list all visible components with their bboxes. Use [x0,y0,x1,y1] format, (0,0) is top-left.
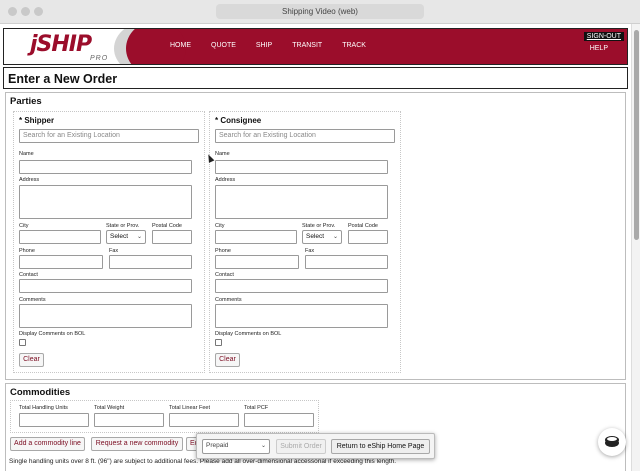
main-nav: HOME QUOTE SHIP TRANSIT TRACK [170,42,386,49]
shipper-comments-label: Comments [19,297,46,303]
consignee-city-label: City [215,223,225,229]
consignee-comments-input[interactable] [215,304,388,328]
consignee-state-label: State or Prov. [302,223,336,229]
consignee-address-label: Address [215,177,236,183]
consignee-clear-button[interactable]: Clear [215,353,240,367]
window-title: Shipping Video (web) [216,4,424,19]
order-action-bar: Prepaid ⌄ Submit Order Return to eShip Ho… [196,433,435,459]
consignee-fax-input[interactable] [305,255,388,269]
consignee-contact-label: Contact [215,272,234,278]
commodity-totals: Total Handling Units Total Weight Total … [10,400,319,433]
shipper-comments-input[interactable] [19,304,192,328]
logo-area: jSHIP PRO [4,29,186,64]
consignee-display-comments-checkbox[interactable] [215,339,222,346]
logo-subtitle: PRO [90,55,109,62]
return-home-button[interactable]: Return to eShip Home Page [331,439,430,454]
shipper-address-input[interactable] [19,185,192,219]
total-units-input[interactable] [19,413,89,427]
consignee-phone-label: Phone [215,248,231,254]
site-header: jSHIP PRO HOME QUOTE SHIP TRANSIT TRACK … [3,28,628,65]
signout-link[interactable]: SIGN-OUT [583,32,624,41]
total-linear-label: Total Linear Feet [169,405,210,411]
total-weight-label: Total Weight [94,405,125,411]
minimize-window-icon[interactable] [21,7,30,16]
submit-order-button[interactable]: Submit Order [276,439,326,454]
chevron-down-icon: ⌄ [260,443,266,449]
zoom-window-icon[interactable] [34,7,43,16]
shipper-city-label: City [19,223,29,229]
total-weight-input[interactable] [94,413,164,427]
add-commodity-line-button[interactable]: Add a commodity line [10,437,85,451]
shipper-display-comments-label: Display Comments on BOL [19,331,86,337]
shipper-search-input[interactable]: Search for an Existing Location [19,129,199,143]
shipper-name-label: Name [19,151,34,157]
consignee-postal-input[interactable] [348,230,388,244]
close-window-icon[interactable] [8,7,17,16]
chat-widget[interactable] [598,428,626,456]
request-commodity-button[interactable]: Request a new commodity [91,437,183,451]
parties-section: Parties * Shipper Search for an Existing… [5,92,626,380]
chat-bubble-icon [605,436,619,447]
length-fee-note: Single handling units over 8 ft. (96") a… [9,458,397,465]
page-title-bar: Enter a New Order [3,67,628,89]
consignee-comments-label: Comments [215,297,242,303]
nav-transit[interactable]: TRANSIT [292,42,322,49]
consignee-name-label: Name [215,151,230,157]
shipper-display-comments-checkbox[interactable] [19,339,26,346]
shipper-contact-input[interactable] [19,279,192,293]
shipper-state-label: State or Prov. [106,223,140,229]
shipper-clear-button[interactable]: Clear [19,353,44,367]
shipper-phone-input[interactable] [19,255,103,269]
consignee-city-input[interactable] [215,230,297,244]
page-scrollbar[interactable] [631,24,640,471]
total-pcf-label: Total PCF [244,405,269,411]
consignee-phone-input[interactable] [215,255,299,269]
nav-quote[interactable]: QUOTE [211,42,236,49]
parties-title: Parties [10,96,42,107]
page-viewport: jSHIP PRO HOME QUOTE SHIP TRANSIT TRACK … [0,24,631,471]
consignee-state-value: Select [306,233,325,240]
total-linear-input[interactable] [169,413,239,427]
payment-terms-select[interactable]: Prepaid ⌄ [202,439,270,454]
shipper-postal-input[interactable] [152,230,192,244]
shipper-state-value: Select [110,233,129,240]
nav-track[interactable]: TRACK [342,42,366,49]
nav-home[interactable]: HOME [170,42,191,49]
shipper-title: * Shipper [19,116,55,125]
payment-terms-value: Prepaid [206,442,229,449]
total-pcf-input[interactable] [244,413,314,427]
logo[interactable]: jSHIP [30,32,92,57]
scrollbar-thumb[interactable] [634,30,639,240]
shipper-address-label: Address [19,177,40,183]
shipper-fax-input[interactable] [109,255,192,269]
shipper-postal-label: Postal Code [152,223,182,229]
shipper-state-select[interactable]: Select ⌄ [106,230,146,244]
total-units-label: Total Handling Units [19,405,68,411]
shipper-phone-label: Phone [19,248,35,254]
shipper-contact-label: Contact [19,272,38,278]
window-titlebar: Shipping Video (web) [0,0,640,24]
help-link[interactable]: HELP [590,45,608,52]
consignee-title: * Consignee [215,116,262,125]
consignee-address-input[interactable] [215,185,388,219]
page-title: Enter a New Order [8,72,118,86]
consignee-fax-label: Fax [305,248,315,254]
shipper-name-input[interactable] [19,160,192,174]
shipper-fax-label: Fax [109,248,119,254]
consignee-postal-label: Postal Code [348,223,378,229]
shipper-city-input[interactable] [19,230,101,244]
consignee-panel: * Consignee Search for an Existing Locat… [209,111,401,373]
chevron-down-icon: ⌄ [332,234,338,240]
chevron-down-icon: ⌄ [136,234,142,240]
commodities-title: Commodities [10,387,71,398]
nav-ship[interactable]: SHIP [256,42,272,49]
consignee-state-select[interactable]: Select ⌄ [302,230,342,244]
consignee-display-comments-label: Display Comments on BOL [215,331,282,337]
consignee-name-input[interactable] [215,160,388,174]
consignee-contact-input[interactable] [215,279,388,293]
consignee-search-input[interactable]: Search for an Existing Location [215,129,395,143]
shipper-panel: * Shipper Search for an Existing Locatio… [13,111,205,373]
